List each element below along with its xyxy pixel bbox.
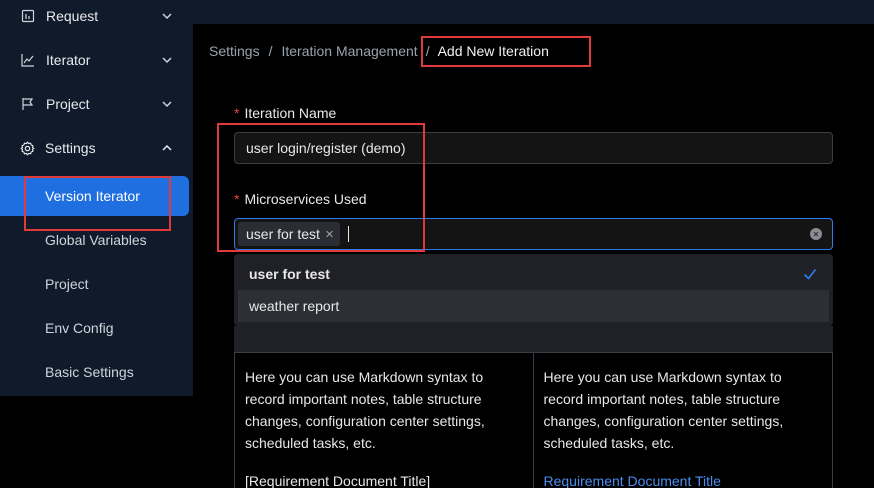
microservices-label: * Microservices Used [234,191,367,207]
sidebar-item-basic-settings[interactable]: Basic Settings [0,352,189,392]
sidebar-item-request[interactable]: Request [0,0,193,38]
dropdown-option-user-for-test[interactable]: user for test [238,258,829,290]
preview-link[interactable]: Requirement Document Title [544,470,823,488]
sidebar-item-label: Global Variables [45,232,147,248]
preview-paragraph: Here you can use Markdown syntax to reco… [543,369,784,451]
sidebar-item-label: Project [45,276,89,292]
sidebar-item-global-variables[interactable]: Global Variables [0,220,189,260]
dropdown-option-weather-report[interactable]: weather report [238,290,829,322]
check-icon [803,269,817,280]
sidebar-item-env-config[interactable]: Env Config [0,308,189,348]
request-icon [20,8,36,24]
breadcrumb-separator: / [425,43,430,59]
breadcrumb-iteration-management[interactable]: Iteration Management [281,43,417,59]
sidebar-item-version-iterator[interactable]: Version Iterator [0,176,189,216]
source-paragraph: Here you can use Markdown syntax to reco… [245,369,485,451]
iteration-name-label-text: Iteration Name [244,105,337,121]
microservices-label-text: Microservices Used [244,191,367,207]
sidebar-item-label: Iterator [46,52,91,68]
sidebar: Request Iterator Project Settings Versio… [0,0,193,396]
breadcrumb-settings[interactable]: Settings [209,43,260,59]
breadcrumb-current-page: Add New Iteration [437,43,549,59]
source-heading: [Requirement Document Title] [245,473,431,488]
top-header-strip [193,0,874,24]
microservices-dropdown: user for test weather report [234,254,833,326]
chevron-down-icon [161,10,173,22]
sidebar-item-label: Basic Settings [45,364,134,380]
iteration-name-input[interactable]: user login/register (demo) [234,132,833,164]
flag-icon [20,96,36,112]
sidebar-item-label: Project [46,96,90,112]
chevron-up-icon [161,142,173,154]
selected-tag: user for test ✕ [238,222,341,246]
iteration-name-value: user login/register (demo) [246,140,406,156]
option-label: user for test [249,266,330,282]
required-mark: * [234,105,240,121]
iteration-name-label: * Iteration Name [234,105,336,121]
sidebar-item-label: Env Config [45,320,114,336]
sidebar-item-iterator[interactable]: Iterator [0,38,193,82]
breadcrumb: Settings / Iteration Management / Add Ne… [209,43,549,59]
breadcrumb-separator: / [268,43,273,59]
sidebar-item-label: Request [46,8,99,24]
sidebar-footer-area [0,396,193,488]
chevron-down-icon [161,98,173,110]
option-label: weather report [249,298,340,314]
clear-icon[interactable]: ✕ [810,228,822,240]
sidebar-item-label: Settings [45,140,96,156]
selected-tag-label: user for test [246,226,320,242]
editor-toolbar [234,326,833,353]
gear-icon [19,140,35,156]
sidebar-item-project[interactable]: Project [0,82,193,126]
microservices-select[interactable]: user for test ✕ ✕ [234,218,833,250]
tag-close-icon[interactable]: ✕ [325,228,334,241]
chart-line-icon [20,52,36,68]
sidebar-item-settings[interactable]: Settings [0,126,193,170]
required-mark: * [234,191,240,207]
sidebar-item-project-settings[interactable]: Project [0,264,189,304]
markdown-editor: Here you can use Markdown syntax to reco… [234,352,833,488]
sidebar-item-label: Version Iterator [45,188,140,204]
text-caret [348,226,350,242]
markdown-preview-pane: Here you can use Markdown syntax to reco… [534,353,833,488]
markdown-source-pane[interactable]: Here you can use Markdown syntax to reco… [235,353,534,488]
chevron-down-icon [161,54,173,66]
